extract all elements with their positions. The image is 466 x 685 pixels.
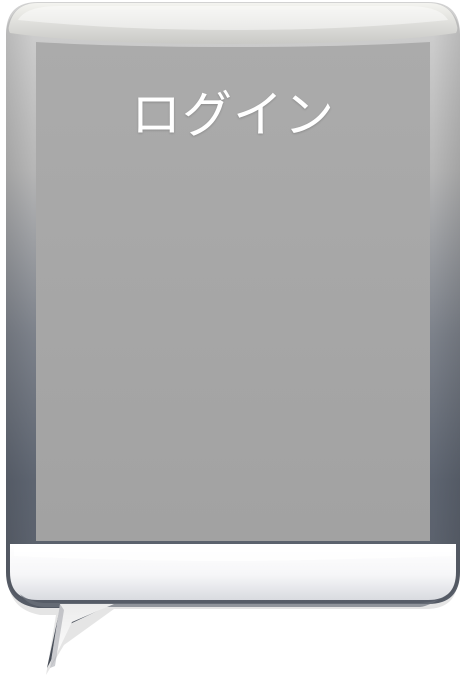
login-button[interactable] <box>8 4 458 604</box>
login-speech-bubble: ログイン <box>0 0 466 685</box>
